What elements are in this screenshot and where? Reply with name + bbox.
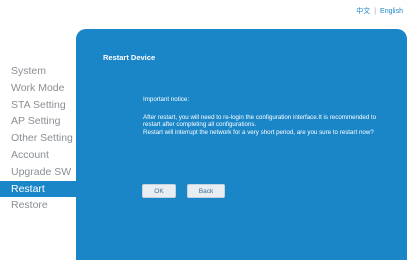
notice-text-interrupt: Restart will interrupt the network for a… xyxy=(143,128,374,136)
notice-heading: Important notice: xyxy=(143,96,190,103)
sidebar-item-ap-setting[interactable]: AP Setting xyxy=(0,113,76,130)
sidebar-item-sta-setting[interactable]: STA Setting xyxy=(0,97,76,114)
notice-text-relogin: After restart, you will need to re-login… xyxy=(143,113,377,129)
lang-separator: | xyxy=(374,7,377,15)
sidebar-item-account[interactable]: Account xyxy=(0,147,76,164)
back-button[interactable]: Back xyxy=(187,184,225,198)
sidebar-item-system[interactable]: System xyxy=(0,63,76,80)
sidebar-item-restart[interactable]: Restart xyxy=(0,180,76,198)
ok-button[interactable]: OK xyxy=(142,184,176,198)
restart-notice: Important notice: After restart, you wil… xyxy=(143,96,383,136)
lang-english-link[interactable]: English xyxy=(380,8,403,15)
sidebar-item-restore[interactable]: Restore xyxy=(0,197,76,214)
lang-chinese-link[interactable]: 中文 xyxy=(356,6,370,16)
restart-panel: Restart Device Important notice: After r… xyxy=(76,29,407,260)
panel-title: Restart Device xyxy=(103,53,156,62)
sidebar-item-other-setting[interactable]: Other Setting xyxy=(0,130,76,147)
sidebar-item-upgrade-sw[interactable]: Upgrade SW xyxy=(0,164,76,181)
language-switcher: 中文 | English xyxy=(356,6,403,16)
sidebar: System Work Mode STA Setting AP Setting … xyxy=(0,63,76,214)
sidebar-item-work-mode[interactable]: Work Mode xyxy=(0,80,76,97)
